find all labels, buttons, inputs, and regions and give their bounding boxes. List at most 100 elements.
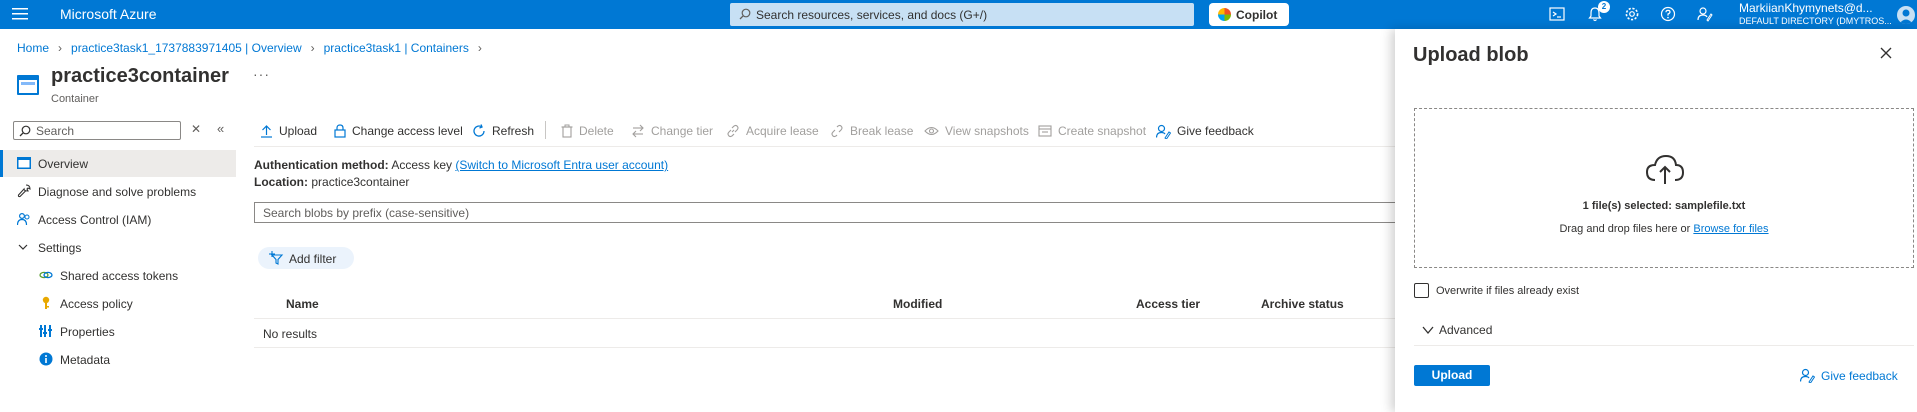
link-icon: [39, 268, 53, 282]
drag-drop-hint: Drag and drop files here or Browse for f…: [1415, 223, 1913, 235]
location-label: Location:: [254, 175, 308, 189]
upload-submit-button[interactable]: Upload: [1414, 365, 1490, 386]
browse-for-files-link[interactable]: Browse for files: [1693, 223, 1768, 235]
link-icon: [726, 124, 740, 138]
breadcrumb-account-overview[interactable]: practice3task1_1737883971405 | Overview: [71, 41, 302, 55]
column-header-access-tier[interactable]: Access tier: [1136, 297, 1200, 311]
people-icon: [17, 212, 31, 226]
delete-label: Delete: [579, 124, 614, 138]
auth-value: Access key: [391, 158, 453, 172]
panel-title: Upload blob: [1413, 44, 1529, 66]
help-icon[interactable]: [1660, 6, 1676, 22]
command-divider: [545, 121, 546, 139]
upload-button[interactable]: Upload: [260, 122, 317, 140]
notification-count-badge: 2: [1598, 1, 1610, 13]
nav-item-diagnose[interactable]: Diagnose and solve problems: [0, 178, 236, 205]
more-actions-button[interactable]: ···: [253, 66, 270, 82]
nav-item-overview[interactable]: Overview: [0, 150, 236, 177]
panel-give-feedback-link[interactable]: Give feedback: [1800, 368, 1898, 383]
settings-gear-icon[interactable]: [1624, 6, 1640, 22]
properties-icon: [39, 324, 53, 338]
snapshot-icon: [1038, 124, 1052, 138]
hamburger-menu-icon[interactable]: [12, 7, 28, 21]
files-selected-prefix: 1 file(s) selected:: [1582, 200, 1672, 212]
collapse-nav-icon[interactable]: «: [217, 121, 224, 136]
upload-blob-panel: Upload blob 1 file(s) selected: samplefi…: [1395, 29, 1917, 412]
overwrite-label[interactable]: Overwrite if files already exist: [1436, 285, 1579, 297]
feedback-icon[interactable]: [1697, 6, 1713, 22]
authentication-method: Authentication method: Access key (Switc…: [254, 158, 668, 172]
column-header-modified[interactable]: Modified: [893, 297, 942, 311]
nav-item-label: Diagnose and solve problems: [38, 185, 197, 199]
broken-link-icon: [830, 124, 844, 138]
copilot-label: Copilot: [1236, 8, 1278, 22]
files-selected-name: samplefile.txt: [1675, 200, 1746, 212]
info-icon: [39, 352, 53, 366]
breadcrumb: Home › practice3task1_1737883971405 | Ov…: [17, 41, 491, 55]
nav-item-access-control[interactable]: Access Control (IAM): [0, 206, 236, 233]
create-snapshot-button[interactable]: Create snapshot: [1038, 122, 1146, 140]
view-snapshots-button[interactable]: View snapshots: [924, 122, 1029, 140]
empty-table-message: No results: [263, 327, 318, 341]
brand-logo[interactable]: Microsoft Azure: [60, 6, 156, 22]
refresh-icon: [472, 124, 486, 138]
create-snapshot-label: Create snapshot: [1058, 124, 1147, 138]
upload-label: Upload: [279, 124, 318, 138]
advanced-label: Advanced: [1439, 323, 1493, 337]
change-tier-button[interactable]: Change tier: [631, 122, 713, 140]
page-title: practice3container: [51, 65, 229, 87]
arrows-swap-icon: [631, 124, 645, 138]
cloud-shell-icon[interactable]: [1549, 6, 1565, 22]
container-icon: [17, 75, 39, 95]
nav-item-metadata[interactable]: Metadata: [0, 346, 236, 373]
clear-search-icon[interactable]: ✕: [191, 122, 201, 136]
add-filter-button[interactable]: Add filter: [258, 247, 354, 269]
search-icon: [19, 125, 31, 137]
avatar[interactable]: [1897, 6, 1915, 24]
copilot-button[interactable]: Copilot: [1209, 3, 1289, 26]
account-menu[interactable]: MarkiianKhymynets@d... DEFAULT DIRECTORY…: [1739, 1, 1892, 26]
nav-item-settings[interactable]: Settings: [0, 234, 236, 261]
acquire-lease-button[interactable]: Acquire lease: [726, 122, 819, 140]
close-icon[interactable]: [1880, 47, 1892, 59]
chevron-down-icon: [17, 241, 31, 255]
account-name: MarkiianKhymynets@d...: [1739, 1, 1873, 15]
refresh-button[interactable]: Refresh: [472, 122, 534, 140]
column-header-archive-status[interactable]: Archive status: [1261, 297, 1344, 311]
nav-item-properties[interactable]: Properties: [0, 318, 236, 345]
blob-prefix-search-input[interactable]: Search blobs by prefix (case-sensitive): [254, 202, 1399, 223]
refresh-label: Refresh: [492, 124, 535, 138]
global-search-placeholder: Search resources, services, and docs (G+…: [756, 8, 988, 22]
give-feedback-label: Give feedback: [1177, 124, 1254, 138]
global-search-input[interactable]: Search resources, services, and docs (G+…: [730, 3, 1194, 26]
nav-item-access-policy[interactable]: Access policy: [0, 290, 236, 317]
eye-icon: [924, 125, 939, 137]
file-dropzone[interactable]: 1 file(s) selected: samplefile.txt Drag …: [1414, 108, 1914, 268]
nav-item-label: Properties: [60, 325, 115, 339]
nav-search-input[interactable]: Search: [13, 121, 181, 140]
feedback-icon: [1800, 368, 1815, 383]
nav-item-label: Shared access tokens: [60, 269, 179, 283]
delete-button[interactable]: Delete: [561, 122, 614, 140]
wrench-icon: [17, 184, 31, 198]
container-icon: [17, 156, 31, 170]
location-value: practice3container: [311, 175, 410, 189]
files-selected-text: 1 file(s) selected: samplefile.txt: [1415, 200, 1913, 212]
nav-item-label: Metadata: [60, 353, 111, 367]
overwrite-checkbox[interactable]: [1414, 283, 1429, 298]
give-feedback-button[interactable]: Give feedback: [1156, 122, 1254, 140]
switch-auth-link[interactable]: (Switch to Microsoft Entra user account): [455, 158, 668, 172]
breadcrumb-home[interactable]: Home: [17, 41, 49, 55]
change-access-level-button[interactable]: Change access level: [334, 122, 463, 140]
upload-icon: [260, 124, 273, 138]
break-lease-button[interactable]: Break lease: [830, 122, 913, 140]
acquire-lease-label: Acquire lease: [746, 124, 819, 138]
nav-item-shared-access-tokens[interactable]: Shared access tokens: [0, 262, 236, 289]
nav-item-label: Settings: [38, 241, 82, 255]
breadcrumb-containers[interactable]: practice3task1 | Containers: [324, 41, 469, 55]
feedback-icon: [1156, 124, 1171, 139]
search-icon: [739, 8, 751, 20]
drag-drop-text: Drag and drop files here or: [1559, 223, 1691, 235]
auth-label: Authentication method:: [254, 158, 389, 172]
column-header-name[interactable]: Name: [286, 297, 319, 311]
